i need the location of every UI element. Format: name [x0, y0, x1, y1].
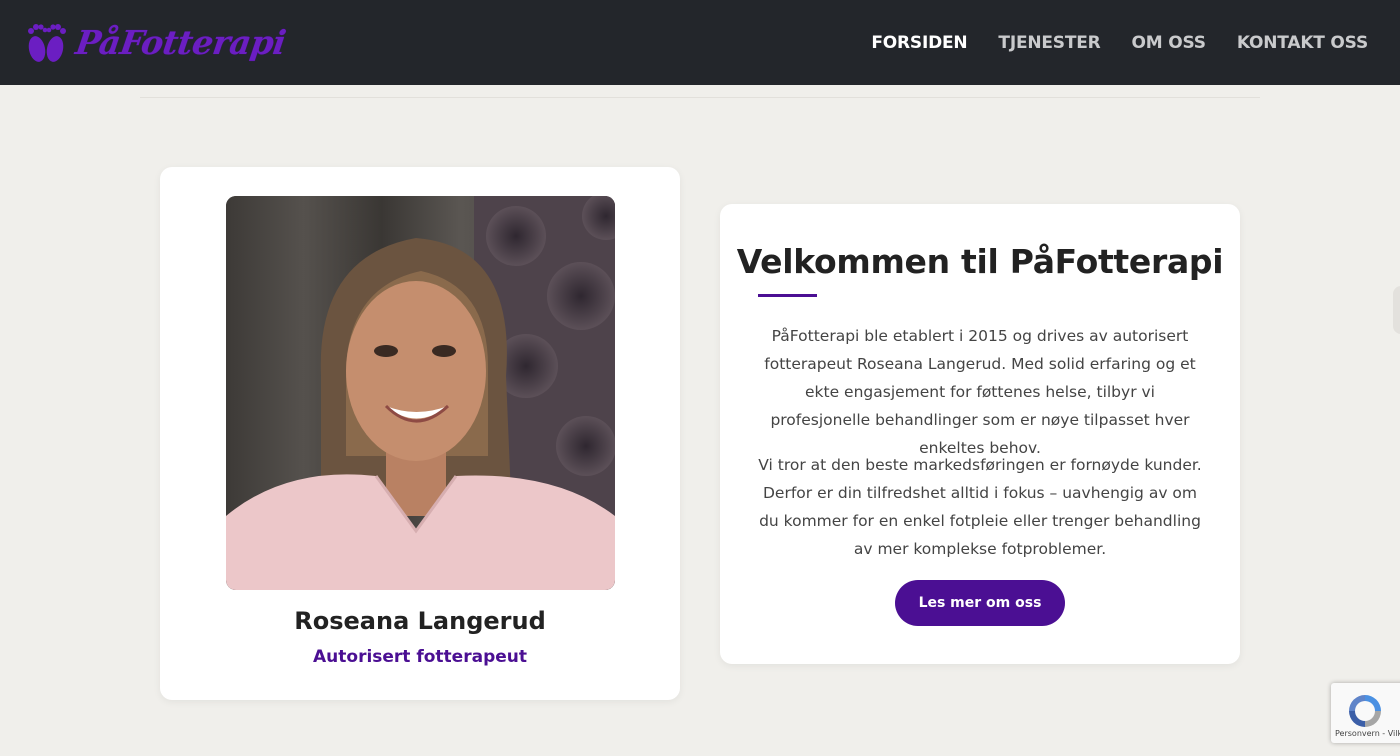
profile-photo	[226, 196, 615, 590]
recaptcha-icon	[1349, 695, 1381, 727]
person-name: Roseana Langerud	[294, 607, 546, 635]
portrait-photo-icon	[226, 196, 615, 590]
read-more-button[interactable]: Les mer om oss	[895, 580, 1065, 626]
heading-underline	[758, 294, 817, 297]
site-logo[interactable]: PåFotterapi	[22, 13, 289, 73]
nav-item-om-oss[interactable]: OM OSS	[1132, 33, 1206, 53]
profile-card: Roseana Langerud Autorisert fotterapeut	[160, 167, 680, 700]
intro-paragraph: PåFotterapi ble etablert i 2015 og drive…	[764, 327, 1196, 457]
main-nav: FORSIDEN TJENESTER OM OSS KONTAKT OSS	[871, 33, 1368, 53]
person-title: Autorisert fotterapeut	[313, 647, 527, 667]
nav-item-kontakt-oss[interactable]: KONTAKT OSS	[1237, 33, 1368, 53]
recaptcha-badge[interactable]: Personvern - Vilkår	[1331, 683, 1400, 743]
nav-item-forsiden[interactable]: FORSIDEN	[871, 33, 967, 53]
logo-text: PåFotterapi	[73, 23, 289, 62]
feet-logo-icon	[28, 23, 66, 62]
side-tab[interactable]	[1393, 286, 1400, 334]
nav-item-tjenester[interactable]: TJENESTER	[998, 33, 1100, 53]
section-divider	[140, 97, 1260, 98]
welcome-card: Velkommen til PåFotterapi PåFotterapi bl…	[720, 204, 1240, 664]
welcome-heading: Velkommen til PåFotterapi	[736, 242, 1224, 281]
recaptcha-text[interactable]: Personvern - Vilkår	[1335, 729, 1400, 738]
site-header: PåFotterapi FORSIDEN TJENESTER OM OSS KO…	[0, 0, 1400, 85]
philosophy-paragraph: Vi tror at den beste markedsføringen er …	[758, 456, 1202, 558]
